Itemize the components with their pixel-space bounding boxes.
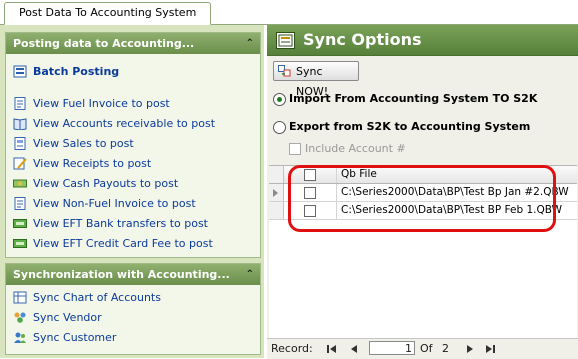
sync-panel-title: Synchronization with Accounting... [13,268,230,281]
sidebar-item-non-fuel-invoice[interactable]: View Non-Fuel Invoice to post [6,194,260,214]
sidebar-item-sales[interactable]: View Sales to post [6,134,260,154]
highlight-annotation [288,165,556,232]
import-radio[interactable] [273,93,286,106]
export-label: Export from S2K to Accounting System [289,120,531,133]
cash-icon [13,179,27,188]
sync-options-header: Sync Options [267,25,578,56]
posting-panel-title: Posting data to Accounting... [13,37,195,50]
sidebar-item-batch-posting[interactable]: Batch Posting [6,62,260,82]
sidebar-item-label: View Non-Fuel Invoice to post [33,197,196,210]
book-icon [13,118,27,130]
eft-icon [13,239,27,248]
export-option[interactable]: Export from S2K to Accounting System [273,119,530,135]
sidebar-item-sync-customer[interactable]: Sync Customer [6,328,260,348]
record-navigator: Record: 1 Of 2 [267,338,578,359]
record-label: Record: [271,342,313,355]
of-label: Of [420,342,433,355]
sync-icon [278,65,291,77]
import-option[interactable]: Import From Accounting System TO S2K [273,91,537,107]
sidebar-item-label: Batch Posting [33,65,120,78]
sidebar-item-label: Sync Customer [33,331,117,344]
include-account-label: Include Account # [305,142,406,155]
sync-panel-header[interactable]: Synchronization with Accounting... ⌃ [6,264,260,285]
total-records: 2 [442,342,449,355]
first-record-icon[interactable] [327,344,337,354]
vendor-icon [14,312,26,323]
sync-now-button[interactable]: Sync NOW! [273,61,359,98]
collapse-icon[interactable]: ⌃ [246,33,254,54]
sync-panel: Synchronization with Accounting... ⌃ Syn… [5,263,261,355]
left-sidebar: Posting data to Accounting... ⌃ Batch Po… [0,25,264,358]
current-record-input[interactable]: 1 [369,341,415,355]
previous-record-icon[interactable] [349,344,359,354]
tab-post-data[interactable]: Post Data To Accounting System [4,2,212,25]
sidebar-item-label: View Accounts receivable to post [33,117,216,130]
collapse-icon[interactable]: ⌃ [246,264,254,285]
sidebar-item-label: View Cash Payouts to post [33,177,179,190]
batch-posting-icon [13,65,27,78]
sidebar-item-sync-vendor[interactable]: Sync Vendor [6,308,260,328]
sync-options-icon [276,32,295,49]
sidebar-item-label: View Fuel Invoice to post [33,97,170,110]
include-account-option[interactable]: Include Account # [289,141,406,157]
include-account-checkbox[interactable] [289,143,301,155]
tab-strip: Post Data To Accounting System [0,0,578,25]
invoice-icon [14,197,26,210]
last-record-icon[interactable] [485,344,495,354]
eft-icon [13,219,27,228]
sidebar-item-label: View Receipts to post [33,157,152,170]
chart-of-accounts-icon [13,291,27,304]
sidebar-item-label: Sync Vendor [33,311,102,324]
posting-panel: Posting data to Accounting... ⌃ Batch Po… [5,32,261,258]
receipt-icon [13,157,27,170]
posting-panel-header[interactable]: Posting data to Accounting... ⌃ [6,33,260,54]
sidebar-item-eft-credit-card-fee[interactable]: View EFT Credit Card Fee to post [6,234,260,254]
invoice-icon [14,97,26,110]
row-selector[interactable] [269,184,284,201]
sidebar-item-label: Sync Chart of Accounts [33,291,161,304]
sidebar-item-accounts-receivable[interactable]: View Accounts receivable to post [6,114,260,134]
import-label: Import From Accounting System TO S2K [289,92,538,105]
export-radio[interactable] [273,121,286,134]
sidebar-item-receipts[interactable]: View Receipts to post [6,154,260,174]
sidebar-item-eft-bank-transfers[interactable]: View EFT Bank transfers to post [6,214,260,234]
sidebar-item-label: View EFT Bank transfers to post [33,217,208,230]
sidebar-item-sync-chart-of-accounts[interactable]: Sync Chart of Accounts [6,288,260,308]
sidebar-item-fuel-invoice[interactable]: View Fuel Invoice to post [6,94,260,114]
customer-icon [14,332,26,343]
sidebar-item-label: View EFT Credit Card Fee to post [33,237,213,250]
sync-options-title: Sync Options [303,30,422,49]
row-selector[interactable] [269,202,284,219]
sidebar-item-label: View Sales to post [33,137,134,150]
sidebar-item-cash-payouts[interactable]: View Cash Payouts to post [6,174,260,194]
sales-icon [14,137,26,150]
next-record-icon[interactable] [465,344,475,354]
current-row-arrow-icon [273,189,278,197]
row-selector-header [269,166,284,183]
